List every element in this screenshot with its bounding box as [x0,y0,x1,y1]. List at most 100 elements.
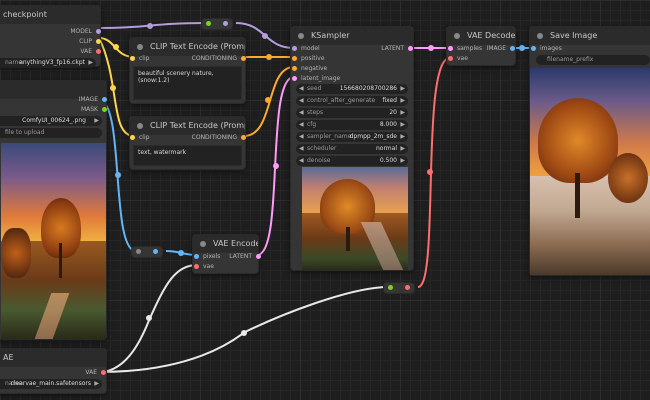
arrow-left-icon[interactable]: ◀ [299,108,304,118]
arrow-left-icon[interactable]: ◀ [299,84,304,94]
output-conditioning[interactable]: CONDITIONING [192,55,246,63]
slot-dot[interactable] [96,39,101,44]
slot-dot[interactable] [448,46,453,51]
input-vae[interactable]: vae [194,263,214,271]
output-clip[interactable]: CLIP [79,38,101,46]
slot-dot[interactable] [292,56,297,61]
input-clip[interactable]: clip [130,55,149,63]
checkpoint-loader-node[interactable]: checkpoint MODEL CLIP VAE name anythingV… [0,5,101,68]
slot-dot[interactable] [510,46,515,51]
node-title[interactable]: Save Image [530,27,650,45]
slot-dot[interactable] [448,56,453,61]
output-model[interactable]: MODEL [70,28,101,36]
slot-dot[interactable] [194,264,199,269]
slot-dot[interactable] [292,76,297,81]
output-image[interactable]: IMAGE [79,96,107,104]
clip-text-encode-positive-node[interactable]: CLIP Text Encode (Prompt) clip CONDITION… [129,37,246,104]
arrow-right-icon[interactable]: ▶ [400,132,405,142]
output-latent[interactable]: LATENT [229,253,261,261]
reroute-output-dot[interactable] [405,285,410,290]
arrow-left-icon[interactable]: ◀ [299,132,304,142]
image-select-widget[interactable]: ComfyUI_00624_.png ▶ [0,116,102,126]
collapse-dot-icon[interactable] [537,33,543,39]
node-title[interactable]: checkpoint [0,6,100,24]
reroute-image[interactable] [131,246,163,258]
output-conditioning[interactable]: CONDITIONING [192,134,246,142]
seed-widget[interactable]: ◀ seed 156680208700286 ▶ [296,84,408,94]
slot-dot[interactable] [102,97,107,102]
scheduler-widget[interactable]: ◀ scheduler normal ▶ [296,144,408,154]
reroute-output-dot[interactable] [223,21,228,26]
slot-dot[interactable] [130,135,135,140]
slot-dot[interactable] [241,135,246,140]
arrow-left-icon[interactable]: ◀ [299,120,304,130]
arrow-left-icon[interactable]: ◀ [299,156,304,166]
slot-dot[interactable] [292,46,297,51]
input-positive[interactable]: positive [292,55,325,63]
node-title[interactable]: CLIP Text Encode (Prompt) [130,117,245,135]
output-mask[interactable]: MASK [81,106,107,114]
slot-dot[interactable] [241,56,246,61]
arrow-right-icon[interactable]: ▶ [94,379,99,389]
collapse-dot-icon[interactable] [137,123,143,129]
arrow-right-icon[interactable]: ▶ [400,144,405,154]
arrow-right-icon[interactable]: ▶ [94,116,99,126]
vae-decode-node[interactable]: VAE Decode samples vae IMAGE [446,26,516,66]
input-negative[interactable]: negative [292,65,327,73]
input-latent-image[interactable]: latent_image [292,75,340,83]
node-title[interactable]: AE [0,349,106,367]
reroute-vae[interactable] [383,282,415,294]
slot-dot[interactable] [256,254,261,259]
control-after-generate-widget[interactable]: ◀ control_after_generate fixed ▶ [296,96,408,106]
arrow-right-icon[interactable]: ▶ [400,156,405,166]
node-title[interactable]: VAE Decode [447,27,515,45]
output-vae[interactable]: VAE [80,48,101,56]
input-samples[interactable]: samples [448,45,482,53]
output-image[interactable]: IMAGE [487,45,515,53]
output-latent[interactable]: LATENT [381,45,413,53]
slot-dot[interactable] [96,29,101,34]
prompt-textarea[interactable]: text, watermark [133,145,242,166]
ksampler-node[interactable]: KSampler model positive negative latent_… [290,26,414,271]
collapse-dot-icon[interactable] [454,33,460,39]
arrow-right-icon[interactable]: ▶ [400,108,405,118]
clip-text-encode-negative-node[interactable]: CLIP Text Encode (Prompt) clip CONDITION… [129,116,246,170]
node-title[interactable]: CLIP Text Encode (Prompt) [130,38,245,56]
sampler-name-widget[interactable]: ◀ sampler_name dpmpp_2m_sde ▶ [296,132,408,142]
vae-encode-node[interactable]: VAE Encode pixels vae LATENT [192,234,261,274]
prompt-textarea[interactable]: beautiful scenery nature, (snow:1.2) [133,66,242,100]
denoise-widget[interactable]: ◀ denoise 0.500 ▶ [296,156,408,166]
input-pixels[interactable]: pixels [194,253,220,261]
reroute-input-dot[interactable] [388,285,393,290]
reroute-model[interactable] [201,18,233,30]
reroute-input-dot[interactable] [206,21,211,26]
reroute-output-dot[interactable] [153,249,158,254]
cfg-widget[interactable]: ◀ cfg 8.000 ▶ [296,120,408,130]
load-image-node[interactable]: IMAGE MASK ComfyUI_00624_.png ▶ file to … [0,80,107,340]
arrow-left-icon[interactable]: ◀ [299,96,304,106]
slot-dot[interactable] [96,49,101,54]
slot-dot[interactable] [130,56,135,61]
steps-widget[interactable]: ◀ steps 20 ▶ [296,108,408,118]
slot-dot[interactable] [531,46,536,51]
slot-dot[interactable] [101,370,106,375]
slot-dot[interactable] [408,46,413,51]
node-title[interactable]: VAE Encode [193,235,258,253]
vae-name-widget[interactable]: name clearvae_main.safetensors ▶ [0,379,102,389]
slot-dot[interactable] [292,66,297,71]
collapse-dot-icon[interactable] [137,44,143,50]
save-image-node[interactable]: Save Image images filename_prefix [529,26,650,276]
input-vae[interactable]: vae [448,55,468,63]
output-vae[interactable]: VAE [85,369,106,377]
input-images[interactable]: images [531,45,562,53]
filename-prefix-widget[interactable]: filename_prefix [536,55,650,65]
arrow-left-icon[interactable]: ◀ [299,144,304,154]
slot-dot[interactable] [102,107,107,112]
input-model[interactable]: model [292,45,320,53]
upload-button[interactable]: file to upload [0,128,102,138]
slot-dot[interactable] [194,254,199,259]
vae-loader-node[interactable]: AE VAE name clearvae_main.safetensors ▶ [0,348,107,394]
arrow-right-icon[interactable]: ▶ [400,120,405,130]
arrow-right-icon[interactable]: ▶ [400,84,405,94]
ckpt-name-widget[interactable]: name anythingV3_fp16.ckpt ▶ [0,58,96,68]
